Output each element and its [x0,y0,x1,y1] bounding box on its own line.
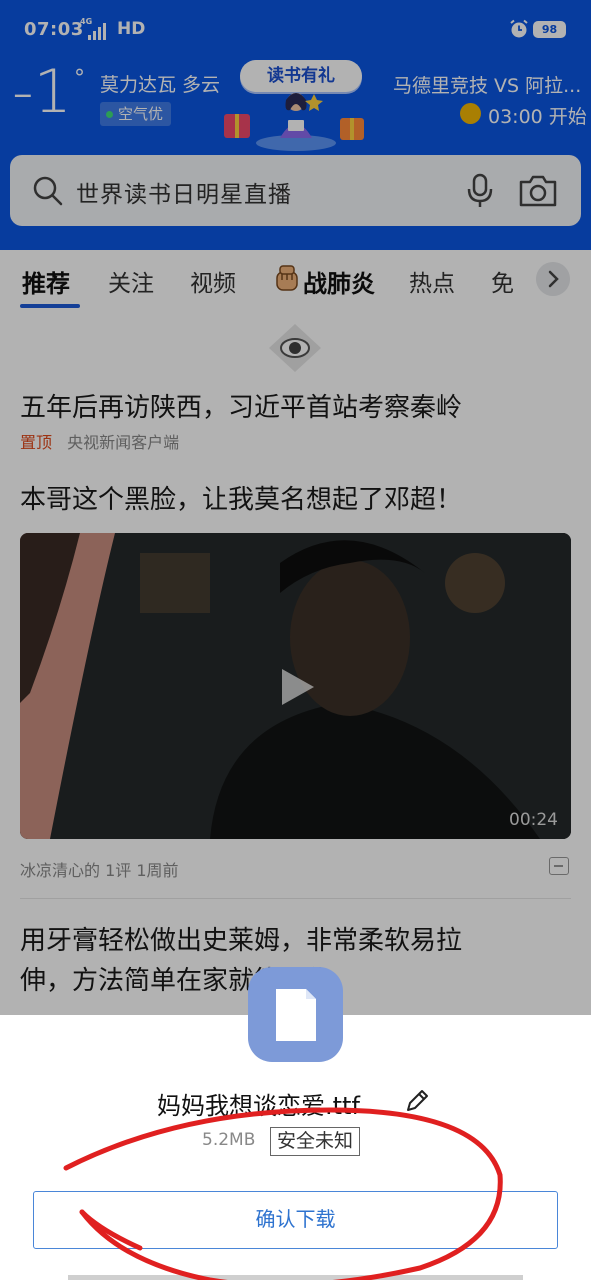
confirm-download-button[interactable]: 确认下载 [33,1191,558,1249]
edit-pencil-icon[interactable] [404,1088,430,1114]
dim-overlay[interactable] [0,0,591,1015]
home-indicator[interactable] [68,1275,523,1280]
file-size: 5.2MB [202,1130,256,1150]
file-icon [248,967,343,1062]
file-name: 妈妈我想谈恋爱.ttf [157,1092,360,1120]
safety-badge: 安全未知 [270,1127,361,1156]
